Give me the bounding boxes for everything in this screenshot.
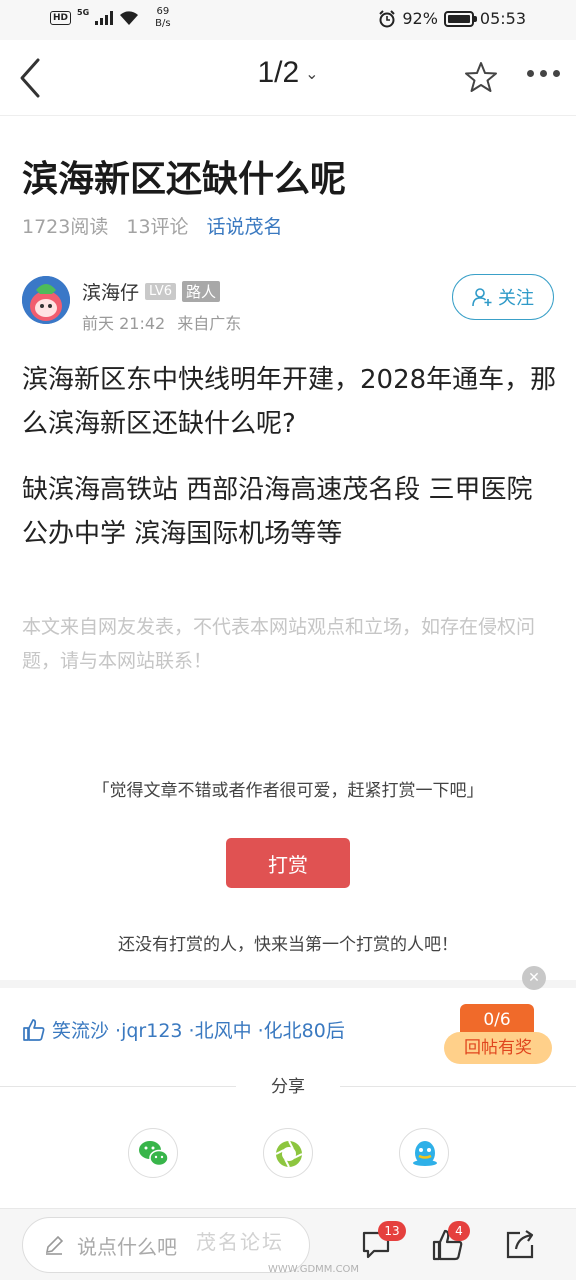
post-time: 前天 21:42 [82, 314, 166, 333]
top-nav: 1/2 ⌄ [0, 40, 576, 116]
more-icon[interactable] [527, 70, 560, 77]
watermark-url: WWW.GDMM.COM [268, 1264, 360, 1275]
avatar-icon [22, 276, 70, 324]
chevron-down-icon: ⌄ [305, 66, 319, 84]
post-source: 来自广东 [177, 314, 242, 333]
page-indicator: 1/2 [257, 56, 300, 89]
forum-link[interactable]: 话说茂名 [207, 212, 283, 239]
article-title: 滨海新区还缺什么呢 [22, 159, 347, 200]
qq-icon[interactable] [399, 1128, 449, 1178]
wechat-icon[interactable] [128, 1128, 178, 1178]
wifi-icon [120, 11, 139, 25]
comment-count: 13评论 [126, 216, 189, 238]
thumbs-up-icon [23, 1018, 45, 1041]
author-info: 滨海仔 LV6 路人 [82, 278, 221, 305]
author-name[interactable]: 滨海仔 [82, 278, 139, 305]
star-icon[interactable] [464, 60, 498, 94]
clock: 05:53 [479, 9, 526, 28]
likes-row[interactable]: 笑流沙 ·jqr123 ·北风中 ·化北80后 [22, 1016, 345, 1043]
signal-icon [95, 11, 114, 25]
watermark-logo: 茂名论坛 [196, 1230, 284, 1254]
reply-reward-label: 回帖有奖 [444, 1032, 552, 1064]
share-button[interactable] [502, 1227, 538, 1263]
level-badge: LV6 [145, 283, 176, 300]
comment-count-badge: 13 [378, 1221, 406, 1241]
status-left: HD 5G 69 B/s [50, 6, 171, 30]
reward-tip: 「觉得文章不错或者作者很可爱，赶紧打赏一下吧」 [92, 781, 484, 801]
share-label: 分享 [271, 1077, 305, 1097]
battery-icon [443, 10, 477, 27]
reply-reward-badge[interactable]: 0/6 回帖有奖 [444, 1004, 552, 1064]
share-icon [506, 1230, 534, 1259]
share-icons [0, 1128, 576, 1180]
moments-icon[interactable] [263, 1128, 313, 1178]
article-paragraph: 滨海新区东中快线明年开建，2028年通车，那么滨海新区还缺什么呢? [22, 365, 557, 439]
like-count-badge: 4 [448, 1221, 470, 1241]
network-type: 5G [77, 7, 90, 17]
status-bar: HD 5G 69 B/s 92% 05:53 [0, 0, 576, 40]
alarm-icon [379, 9, 396, 27]
like-button[interactable]: 4 [430, 1221, 470, 1263]
close-icon[interactable]: ✕ [522, 966, 546, 990]
likes-users: 笑流沙 ·jqr123 ·北风中 ·化北80后 [52, 1020, 345, 1042]
reward-empty-text: 还没有打赏的人，快来当第一个打赏的人吧！ [118, 935, 458, 955]
author-row: 滨海仔 LV6 路人 前天 21:42 来自广东 关注 [22, 274, 562, 334]
battery-percent: 92% [402, 9, 438, 28]
add-user-icon [472, 288, 492, 307]
comment-placeholder: 说点什么吧 [77, 1234, 177, 1259]
rank-badge: 路人 [182, 281, 221, 302]
net-speed: 69 B/s [155, 6, 171, 29]
status-right: 92% 05:53 [378, 9, 526, 28]
article-meta: 1723阅读 13评论 话说茂名 [22, 212, 283, 239]
reward-button[interactable]: 打赏 [226, 838, 350, 888]
section-divider [0, 980, 576, 988]
follow-label: 关注 [498, 288, 534, 309]
disclaimer: 本文来自网友发表，不代表本网站观点和立场，如存在侵权问题，请与本网站联系！ [22, 616, 536, 672]
avatar[interactable] [22, 276, 70, 324]
pencil-icon [45, 1235, 64, 1255]
comments-button[interactable]: 13 [360, 1221, 406, 1263]
hd-icon: HD [50, 11, 72, 25]
follow-button[interactable]: 关注 [452, 274, 554, 320]
read-count: 1723阅读 [22, 216, 109, 238]
post-info: 前天 21:42 来自广东 [82, 310, 241, 334]
article-paragraph: 缺滨海高铁站 西部沿海高速茂名段 三甲医院 公办中学 滨海国际机场等等 [22, 475, 533, 549]
